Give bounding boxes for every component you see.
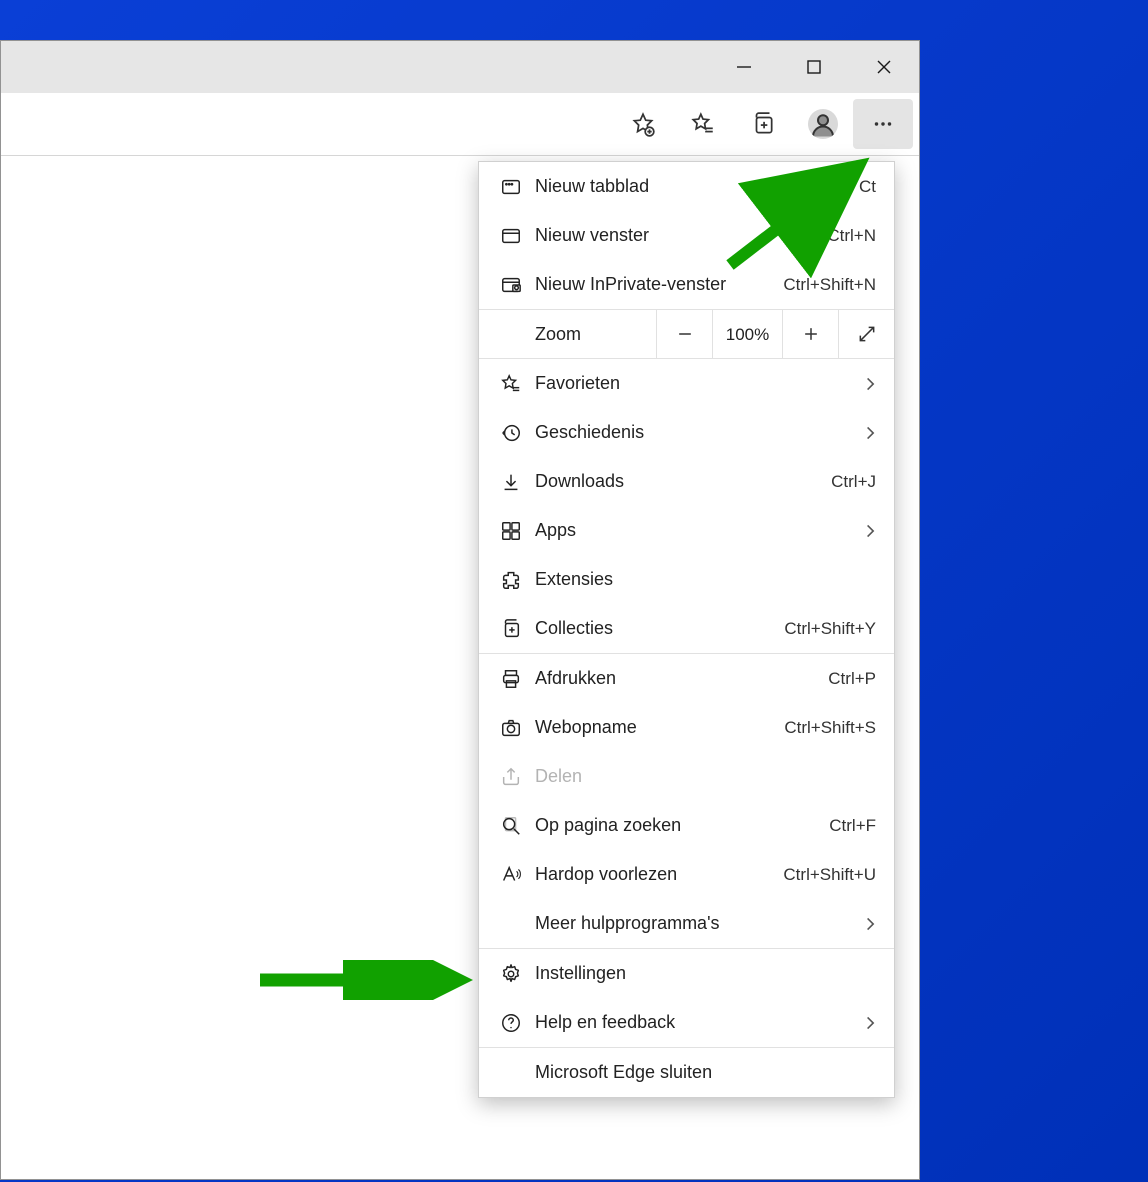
zoom-in-button[interactable] (782, 310, 838, 359)
profile-avatar-icon (808, 109, 838, 139)
fullscreen-button[interactable] (838, 310, 894, 359)
menu-label: Delen (529, 766, 876, 787)
star-icon (493, 373, 529, 395)
menu-item-collections[interactable]: Collecties Ctrl+Shift+Y (479, 604, 894, 653)
menu-label: Help en feedback (529, 1012, 852, 1033)
help-icon (493, 1012, 529, 1034)
zoom-value: 100% (712, 310, 782, 359)
new-tab-icon (493, 176, 529, 198)
menu-label: Webopname (529, 717, 784, 738)
menu-shortcut: Ctrl+J (831, 472, 876, 492)
menu-item-help[interactable]: Help en feedback (479, 998, 894, 1047)
minimize-icon (735, 58, 753, 76)
menu-label: Apps (529, 520, 852, 541)
gear-icon (493, 963, 529, 985)
menu-item-apps[interactable]: Apps (479, 506, 894, 555)
menu-item-print[interactable]: Afdrukken Ctrl+P (479, 654, 894, 703)
chevron-right-icon (852, 1015, 876, 1031)
main-menu: Nieuw tabblad Ct Nieuw venster Ctrl+N Ni… (478, 161, 895, 1098)
favorites-icon (690, 111, 716, 137)
camera-icon (493, 717, 529, 739)
apps-icon (493, 520, 529, 542)
menu-item-new-inprivate[interactable]: Nieuw InPrivate-venster Ctrl+Shift+N (479, 260, 894, 309)
titlebar (1, 41, 919, 93)
extensions-icon (493, 569, 529, 591)
menu-shortcut: Ctrl+Shift+U (783, 865, 876, 885)
collections-icon (750, 111, 776, 137)
favorites-button[interactable] (673, 99, 733, 149)
close-button[interactable] (849, 41, 919, 93)
menu-item-new-window[interactable]: Nieuw venster Ctrl+N (479, 211, 894, 260)
collections-icon (493, 618, 529, 640)
menu-item-zoom: Zoom 100% (479, 310, 894, 359)
menu-shortcut: Ctrl+F (829, 816, 876, 836)
close-icon (875, 58, 893, 76)
menu-label: Extensies (529, 569, 876, 590)
menu-item-new-tab[interactable]: Nieuw tabblad Ct (479, 162, 894, 211)
collections-button[interactable] (733, 99, 793, 149)
menu-item-share: Delen (479, 752, 894, 801)
read-aloud-icon (493, 864, 529, 886)
new-window-icon (493, 225, 529, 247)
profile-button[interactable] (793, 99, 853, 149)
plus-icon (801, 324, 821, 344)
search-icon (493, 815, 529, 837)
chevron-right-icon (852, 523, 876, 539)
history-icon (493, 422, 529, 444)
menu-label: Microsoft Edge sluiten (529, 1062, 876, 1083)
menu-label: Instellingen (529, 963, 876, 984)
maximize-button[interactable] (779, 41, 849, 93)
menu-item-downloads[interactable]: Downloads Ctrl+J (479, 457, 894, 506)
print-icon (493, 668, 529, 690)
inprivate-icon (493, 274, 529, 296)
menu-item-favorites[interactable]: Favorieten (479, 359, 894, 408)
menu-label: Hardop voorlezen (529, 864, 783, 885)
toolbar (1, 93, 919, 156)
menu-item-settings[interactable]: Instellingen (479, 949, 894, 998)
more-button[interactable] (853, 99, 913, 149)
menu-label: Geschiedenis (529, 422, 852, 443)
zoom-out-button[interactable] (656, 310, 712, 359)
download-icon (493, 471, 529, 493)
menu-label: Op pagina zoeken (529, 815, 829, 836)
menu-item-history[interactable]: Geschiedenis (479, 408, 894, 457)
zoom-label: Zoom (479, 324, 656, 345)
menu-item-web-capture[interactable]: Webopname Ctrl+Shift+S (479, 703, 894, 752)
menu-label: Downloads (529, 471, 831, 492)
menu-shortcut: Ctrl+Shift+N (783, 275, 876, 295)
menu-shortcut: Ctrl+N (827, 226, 876, 246)
menu-label: Favorieten (529, 373, 852, 394)
add-favorite-button[interactable] (613, 99, 673, 149)
minus-icon (675, 324, 695, 344)
menu-label: Nieuw InPrivate-venster (529, 274, 783, 295)
menu-label: Nieuw venster (529, 225, 827, 246)
menu-item-read-aloud[interactable]: Hardop voorlezen Ctrl+Shift+U (479, 850, 894, 899)
menu-shortcut: Ctrl+Shift+Y (784, 619, 876, 639)
maximize-icon (806, 59, 822, 75)
menu-shortcut: Ct (859, 177, 876, 197)
menu-label: Collecties (529, 618, 784, 639)
menu-item-close-edge[interactable]: Microsoft Edge sluiten (479, 1048, 894, 1097)
chevron-right-icon (852, 376, 876, 392)
share-icon (493, 766, 529, 788)
star-plus-icon (630, 111, 656, 137)
menu-shortcut: Ctrl+Shift+S (784, 718, 876, 738)
menu-label: Meer hulpprogramma's (529, 913, 852, 934)
chevron-right-icon (852, 425, 876, 441)
menu-item-find[interactable]: Op pagina zoeken Ctrl+F (479, 801, 894, 850)
menu-shortcut: Ctrl+P (828, 669, 876, 689)
chevron-right-icon (852, 916, 876, 932)
minimize-button[interactable] (709, 41, 779, 93)
menu-label: Nieuw tabblad (529, 176, 859, 197)
menu-label: Afdrukken (529, 668, 828, 689)
fullscreen-icon (857, 324, 877, 344)
menu-item-more-tools[interactable]: Meer hulpprogramma's (479, 899, 894, 948)
more-icon (870, 111, 896, 137)
menu-item-extensions[interactable]: Extensies (479, 555, 894, 604)
